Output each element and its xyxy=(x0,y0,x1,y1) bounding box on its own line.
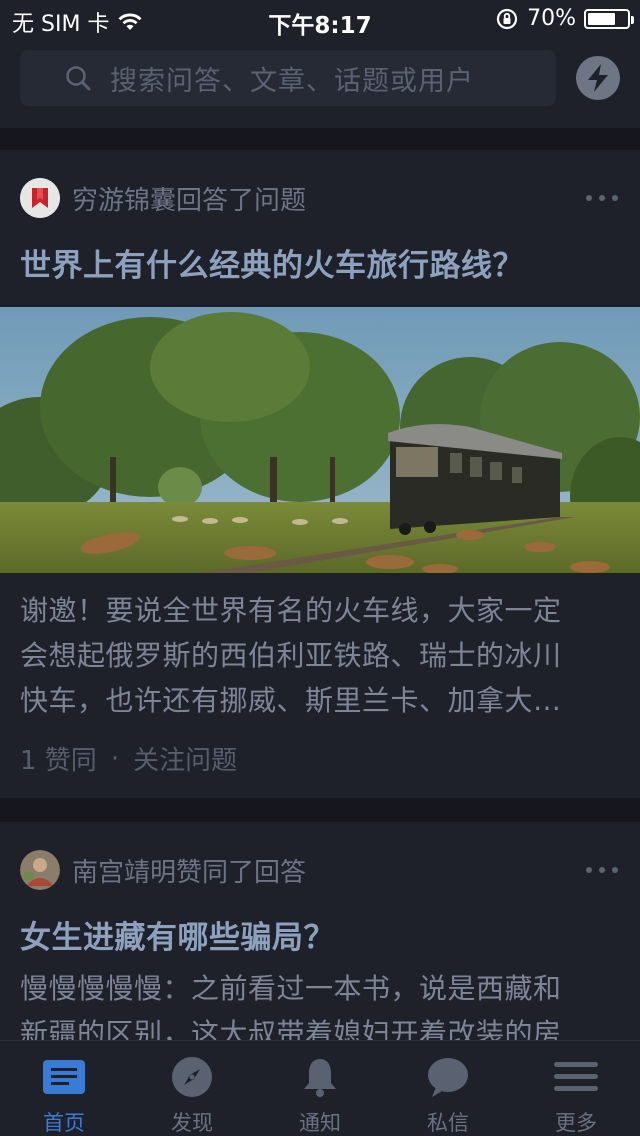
separator-dot: · xyxy=(110,743,120,774)
tab-label: 通知 xyxy=(299,1111,341,1135)
more-options-icon[interactable] xyxy=(586,867,618,873)
excerpt-line: 新疆的区别，这大叔带着媳妇开着改装的房 xyxy=(20,1017,562,1040)
answer-image[interactable] xyxy=(0,307,640,573)
bookmark-logo-icon xyxy=(20,178,60,218)
app-screen: 无 SIM 卡 下午8:17 70% 搜索问答、文章、话题或用户 穷游锦囊回答了… xyxy=(0,0,640,1136)
tab-notifications[interactable]: 通知 xyxy=(256,1041,384,1136)
avatar[interactable] xyxy=(20,178,60,218)
search-placeholder: 搜索问答、文章、话题或用户 xyxy=(110,65,474,97)
rotation-lock-icon xyxy=(496,8,518,29)
status-right: 70% xyxy=(495,6,634,31)
avatar[interactable] xyxy=(20,850,60,890)
search-icon xyxy=(66,66,91,91)
card-meta: 南宫靖明赞同了回答 xyxy=(20,850,306,890)
battery-icon xyxy=(584,8,634,29)
tab-home[interactable]: 首页 xyxy=(0,1041,128,1136)
lightning-button[interactable] xyxy=(576,56,620,100)
tab-more[interactable]: 更多 xyxy=(512,1041,640,1136)
tab-label: 发现 xyxy=(171,1111,213,1135)
question-title[interactable]: 女生进藏有哪些骗局？ xyxy=(20,912,335,957)
excerpt-line: 快车，也许还有挪威、斯里兰卡、加拿大… xyxy=(20,684,562,717)
tab-label: 更多 xyxy=(555,1111,597,1135)
feed-divider xyxy=(0,128,640,150)
feed-divider xyxy=(0,798,640,822)
question-title[interactable]: 世界上有什么经典的火车旅行路线？ xyxy=(20,240,524,285)
battery-level xyxy=(588,12,615,25)
answer-excerpt[interactable]: 慢慢慢慢慢：之前看过一本书，说是西藏和 新疆的区别，这大叔带着媳妇开着改装的房 xyxy=(20,966,620,1040)
card-stats: 1 赞同 · 关注问题 xyxy=(20,740,237,777)
chat-icon xyxy=(428,1058,468,1097)
actor-text[interactable]: 穷游锦囊回答了问题 xyxy=(72,180,306,217)
tab-bar: 首页 发现 通知 私信 更多 xyxy=(0,1040,640,1136)
excerpt-line: 慢慢慢慢慢：之前看过一本书，说是西藏和 xyxy=(20,972,562,1005)
tab-messages[interactable]: 私信 xyxy=(384,1041,512,1136)
actor-text[interactable]: 南宫靖明赞同了回答 xyxy=(72,852,306,889)
excerpt-line: 谢邀！要说全世界有名的火车线，大家一定 xyxy=(20,594,562,627)
tab-label: 私信 xyxy=(427,1111,469,1135)
train-photo xyxy=(0,307,640,573)
battery-percent: 70% xyxy=(527,6,576,31)
feed-card[interactable]: 南宫靖明赞同了回答 女生进藏有哪些骗局？ 慢慢慢慢慢：之前看过一本书，说是西藏和… xyxy=(0,822,640,1040)
home-icon xyxy=(43,1060,85,1094)
excerpt-line: 会想起俄罗斯的西伯利亚铁路、瑞士的冰川 xyxy=(20,639,562,672)
tab-discover[interactable]: 发现 xyxy=(128,1041,256,1136)
search-input[interactable]: 搜索问答、文章、话题或用户 xyxy=(20,50,556,106)
user-avatar-icon xyxy=(20,850,60,890)
answer-excerpt[interactable]: 谢邀！要说全世界有名的火车线，大家一定 会想起俄罗斯的西伯利亚铁路、瑞士的冰川 … xyxy=(20,588,620,723)
more-options-icon[interactable] xyxy=(586,195,618,201)
likes-count: 1 赞同 xyxy=(20,746,97,776)
status-bar: 无 SIM 卡 下午8:17 70% xyxy=(0,0,640,40)
tab-label: 首页 xyxy=(43,1111,85,1135)
card-meta: 穷游锦囊回答了问题 xyxy=(20,178,306,218)
header: 搜索问答、文章、话题或用户 xyxy=(0,40,640,128)
bell-icon xyxy=(304,1059,336,1097)
feed-card[interactable]: 穷游锦囊回答了问题 世界上有什么经典的火车旅行路线？ 谢邀！要说全世界有名的火车… xyxy=(0,150,640,798)
follow-question-link[interactable]: 关注问题 xyxy=(133,740,237,777)
menu-icon xyxy=(554,1062,598,1091)
compass-icon xyxy=(172,1057,212,1097)
lightning-icon xyxy=(588,64,608,92)
